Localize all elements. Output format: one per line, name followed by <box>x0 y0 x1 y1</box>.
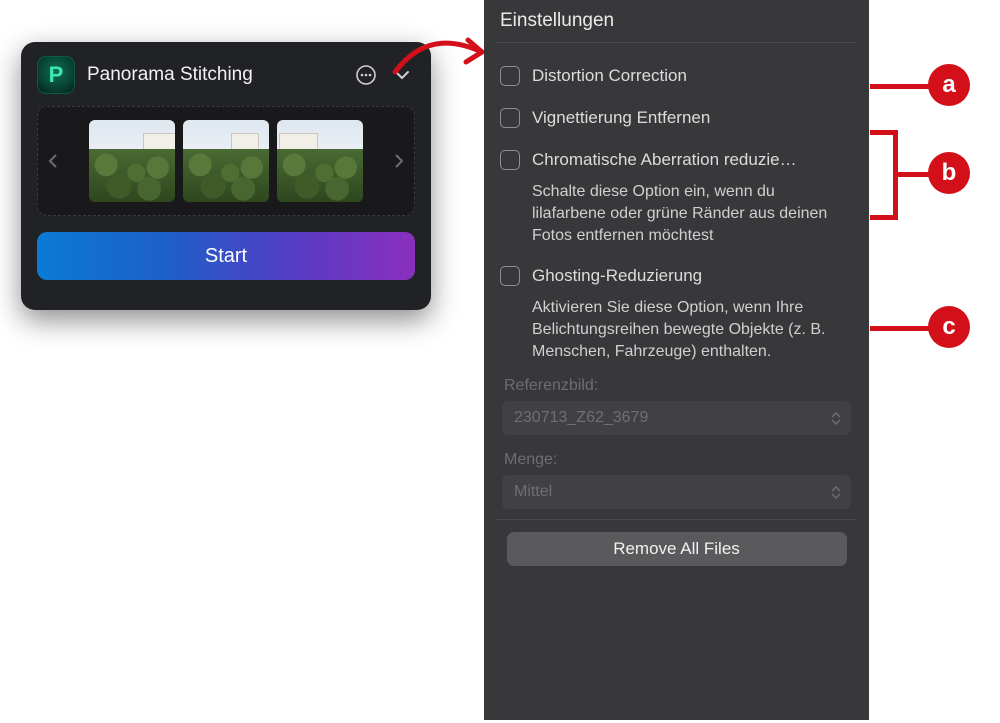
strip-prev-icon[interactable] <box>44 154 62 168</box>
app-icon: P <box>37 56 75 94</box>
settings-panel: Einstellungen Distortion Correction Vign… <box>484 0 869 720</box>
start-button[interactable]: Start <box>37 232 415 280</box>
checkbox[interactable] <box>500 66 520 86</box>
checkbox[interactable] <box>500 150 520 170</box>
thumbnail[interactable] <box>89 120 175 202</box>
more-options-icon[interactable] <box>353 62 379 88</box>
amount-label: Menge: <box>496 445 857 475</box>
annotation-badge-a: a <box>928 64 970 106</box>
stepper-icon <box>831 486 841 499</box>
thumbnail[interactable] <box>183 120 269 202</box>
annotation-badge-c: c <box>928 306 970 348</box>
panorama-stitching-card: P Panorama Stitching Start <box>21 42 431 310</box>
reference-select[interactable]: 230713_Z62_3679 <box>502 401 851 435</box>
option-ghosting-reduction[interactable]: Ghosting-Reduzierung <box>496 255 857 297</box>
app-icon-letter: P <box>49 62 64 88</box>
select-value: Mittel <box>514 483 552 501</box>
stepper-icon <box>831 412 841 425</box>
annotation-letter: b <box>942 159 957 187</box>
annotation-line <box>870 84 930 89</box>
option-label: Vignettierung Entfernen <box>532 107 710 129</box>
option-description: Schalte diese Option ein, wenn du lilafa… <box>496 181 857 255</box>
annotation-bracket <box>870 130 898 220</box>
option-chromatic-aberration[interactable]: Chromatische Aberration reduzie… <box>496 139 857 181</box>
amount-select[interactable]: Mittel <box>502 475 851 509</box>
reference-label: Referenzbild: <box>496 371 857 401</box>
checkbox[interactable] <box>500 108 520 128</box>
remove-all-files-button[interactable]: Remove All Files <box>507 532 847 566</box>
card-actions <box>353 62 415 88</box>
annotation-badge-b: b <box>928 152 970 194</box>
option-vignetting-remove[interactable]: Vignettierung Entfernen <box>496 97 857 139</box>
annotation-line <box>898 172 930 177</box>
thumbnail-strip <box>37 106 415 216</box>
option-label: Chromatische Aberration reduzie… <box>532 149 797 171</box>
annotation-letter: c <box>942 313 955 341</box>
card-title: Panorama Stitching <box>87 64 341 86</box>
card-header: P Panorama Stitching <box>37 56 415 94</box>
option-description: Aktivieren Sie diese Option, wenn Ihre B… <box>496 297 857 371</box>
option-label: Ghosting-Reduzierung <box>532 265 702 287</box>
thumbnails <box>66 120 386 202</box>
strip-next-icon[interactable] <box>390 154 408 168</box>
settings-title: Einstellungen <box>496 8 857 43</box>
checkbox[interactable] <box>500 266 520 286</box>
thumbnail[interactable] <box>277 120 363 202</box>
option-distortion-correction[interactable]: Distortion Correction <box>496 55 857 97</box>
option-label: Distortion Correction <box>532 65 687 87</box>
chevron-down-icon[interactable] <box>389 62 415 88</box>
annotation-line <box>870 326 930 331</box>
divider <box>496 519 857 520</box>
annotation-letter: a <box>942 71 955 99</box>
select-value: 230713_Z62_3679 <box>514 409 648 427</box>
